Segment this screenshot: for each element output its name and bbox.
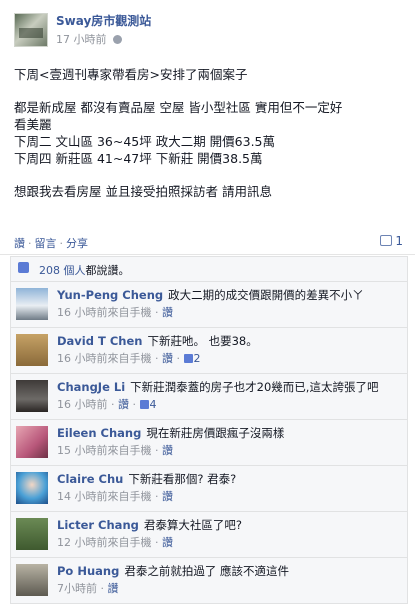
comment-text: 政大二期的成交價跟開價的差異不小ㄚ: [168, 288, 364, 302]
likes-summary: 208 個人都說讚。: [11, 257, 407, 282]
comment-time[interactable]: 7小時前: [57, 582, 97, 595]
comment-content: ChangJe Li 下新莊潤泰蓋的房子也才20幾而已,這太誇張了吧 16 小時前…: [57, 374, 407, 419]
commenter-avatar[interactable]: [16, 334, 48, 366]
comment-author[interactable]: David T Chen: [57, 334, 142, 348]
comment-text: 現在新莊房價跟瘋子沒兩樣: [146, 426, 285, 440]
commenter-avatar[interactable]: [16, 380, 48, 412]
action-links: 讚 · 留言 · 分享: [14, 235, 88, 251]
comment-content: Yun-Peng Cheng 政大二期的成交價跟開價的差異不小ㄚ 16 小時前來自…: [57, 282, 407, 327]
like-count-value: 4: [149, 398, 157, 411]
comment-like-count[interactable]: 4: [139, 398, 157, 411]
thumbs-up-icon: [18, 262, 29, 273]
post-gap: [14, 83, 402, 99]
comment-meta: 12 小時前來自手機 · 讚: [57, 536, 173, 549]
comment-author[interactable]: ChangJe Li: [57, 380, 125, 394]
post-line: 下周二 文山區 36~45坪 政大二期 開價63.5萬: [14, 134, 276, 149]
commenter-avatar[interactable]: [16, 564, 48, 596]
comment-content: David T Chen 下新莊吔。 也要38。 16 小時前來自手機 · 讚 ·…: [57, 328, 407, 373]
comment-like-link[interactable]: 讚: [162, 352, 173, 365]
comment-item: Licter Chang 君泰算大社區了吧? 12 小時前來自手機 · 讚: [11, 512, 407, 558]
commenter-avatar[interactable]: [16, 288, 48, 320]
post-line: 下周<壹週刊專家帶看房>安排了兩個案子: [14, 67, 248, 82]
comment-text: 君泰算大社區了吧?: [143, 518, 242, 532]
like-count-value: 2: [193, 352, 201, 365]
comment-text: 下新莊潤泰蓋的房子也才20幾而已,這太誇張了吧: [130, 380, 379, 394]
comment-content: Licter Chang 君泰算大社區了吧? 12 小時前來自手機 · 讚: [57, 512, 407, 557]
post-time[interactable]: 17 小時前: [56, 33, 107, 46]
globe-icon: [113, 35, 122, 44]
page-avatar[interactable]: [14, 13, 48, 47]
comment-item: ChangJe Li 下新莊潤泰蓋的房子也才20幾而已,這太誇張了吧 16 小時前…: [11, 374, 407, 420]
likes-count-link[interactable]: 208 個人: [39, 264, 86, 277]
post-line: 都是新成屋 都沒有賣品屋 空屋 皆小型社區 實用但不一定好: [14, 100, 343, 115]
post-action-bar: 讚 · 留言 · 分享 1: [0, 232, 415, 255]
comment-time[interactable]: 16 小時前: [57, 398, 108, 411]
comment-meta: 14 小時前來自手機 · 讚: [57, 490, 173, 503]
thumbs-up-icon: [139, 400, 149, 409]
commenter-avatar[interactable]: [16, 426, 48, 458]
comment-text: 下新莊看那個? 君泰?: [128, 472, 237, 486]
comment-like-count[interactable]: 2: [183, 352, 201, 365]
post-timestamp[interactable]: 17 小時前: [56, 31, 122, 47]
post-gap: [14, 167, 402, 183]
comment-author[interactable]: Yun-Peng Cheng: [57, 288, 163, 302]
comment-time[interactable]: 12 小時前來自手機: [57, 536, 152, 549]
comment-meta: 7小時前 · 讚: [57, 582, 119, 595]
facebook-post: Sway房市觀測站 17 小時前 下周<壹週刊專家帶看房>安排了兩個案子 都是新…: [0, 0, 415, 199]
thumbs-up-icon: [183, 354, 193, 363]
comment-time[interactable]: 14 小時前來自手機: [57, 490, 152, 503]
commenter-avatar[interactable]: [16, 472, 48, 504]
likes-suffix: 都說讚。: [85, 264, 130, 277]
comment-time[interactable]: 16 小時前來自手機: [57, 352, 152, 365]
page-name-link[interactable]: Sway房市觀測站: [56, 12, 151, 29]
comment-time[interactable]: 16 小時前來自手機: [57, 306, 152, 319]
comment-like-link[interactable]: 讚: [162, 306, 173, 319]
comment-like-link[interactable]: 讚: [162, 490, 173, 503]
comment-meta: 15 小時前來自手機 · 讚: [57, 444, 173, 457]
share-link[interactable]: 分享: [66, 237, 88, 250]
post-body: 下周<壹週刊專家帶看房>安排了兩個案子 都是新成屋 都沒有賣品屋 空屋 皆小型社…: [14, 66, 402, 200]
comment-item: Yun-Peng Cheng 政大二期的成交價跟開價的差異不小ㄚ 16 小時前來自…: [11, 282, 407, 328]
comment-meta: 16 小時前來自手機 · 讚 · 2: [57, 352, 201, 365]
comment-item: David T Chen 下新莊吔。 也要38。 16 小時前來自手機 · 讚 ·…: [11, 328, 407, 374]
like-link[interactable]: 讚: [14, 237, 25, 250]
comment-content: Claire Chu 下新莊看那個? 君泰? 14 小時前來自手機 · 讚: [57, 466, 407, 511]
share-icon: [380, 235, 393, 246]
comment-item: Eileen Chang 現在新莊房價跟瘋子沒兩樣 15 小時前來自手機 · 讚: [11, 420, 407, 466]
comment-item: Claire Chu 下新莊看那個? 君泰? 14 小時前來自手機 · 讚: [11, 466, 407, 512]
share-count-value: 1: [395, 234, 403, 248]
comment-like-link[interactable]: 讚: [108, 582, 119, 595]
feedback-box: 208 個人都說讚。 Yun-Peng Cheng 政大二期的成交價跟開價的差異不…: [10, 256, 408, 604]
separator: ·: [59, 237, 64, 250]
post-line: 看美麗: [14, 117, 52, 132]
comment-text: 君泰之前就拍過了 應該不適這件: [124, 564, 289, 578]
comment-link[interactable]: 留言: [35, 237, 57, 250]
comment-time[interactable]: 15 小時前來自手機: [57, 444, 152, 457]
comment-like-link[interactable]: 讚: [118, 398, 129, 411]
post-line: 下周四 新莊區 41~47坪 下新莊 開價38.5萬: [14, 151, 263, 166]
comment-meta: 16 小時前來自手機 · 讚: [57, 306, 173, 319]
comment-like-link[interactable]: 讚: [162, 444, 173, 457]
comment-like-link[interactable]: 讚: [162, 536, 173, 549]
share-count[interactable]: 1: [380, 234, 403, 248]
commenter-avatar[interactable]: [16, 518, 48, 550]
comment-author[interactable]: Claire Chu: [57, 472, 123, 486]
comment-content: Eileen Chang 現在新莊房價跟瘋子沒兩樣 15 小時前來自手機 · 讚: [57, 420, 407, 465]
likes-text: 208 個人都說讚。: [39, 262, 130, 278]
comment-text: 下新莊吔。 也要38。: [147, 334, 258, 348]
comment-author[interactable]: Po Huang: [57, 564, 119, 578]
comment-author[interactable]: Eileen Chang: [57, 426, 141, 440]
comment-meta: 16 小時前 · 讚 · 4: [57, 398, 157, 411]
comment-author[interactable]: Licter Chang: [57, 518, 139, 532]
comment-item: Po Huang 君泰之前就拍過了 應該不適這件 7小時前 · 讚: [11, 558, 407, 603]
comment-content: Po Huang 君泰之前就拍過了 應該不適這件 7小時前 · 讚: [57, 558, 407, 603]
separator: ·: [28, 237, 32, 250]
post-line: 想跟我去看房屋 並且接受拍照採訪者 請用訊息: [14, 184, 272, 199]
post-header: Sway房市觀測站 17 小時前: [0, 0, 415, 48]
